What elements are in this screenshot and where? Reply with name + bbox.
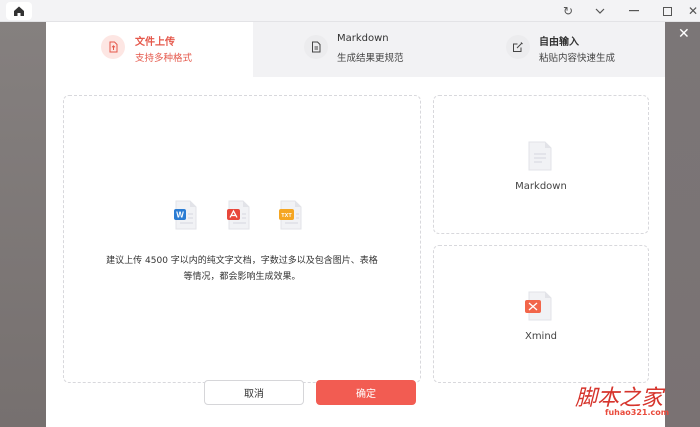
watermark: 脚本之家 fuhao321.com — [575, 380, 700, 427]
backdrop-left — [0, 22, 46, 427]
minimize-button[interactable] — [624, 2, 644, 20]
close-icon: ✕ — [687, 4, 699, 18]
refresh-button[interactable]: ↻ — [558, 2, 578, 20]
minimize-icon — [629, 10, 639, 12]
xmind-file-icon — [525, 291, 552, 321]
dropdown-button[interactable] — [590, 2, 610, 20]
tab-file-upload[interactable]: 文件上传 支持多种格式 — [46, 22, 253, 77]
tab-title: 自由输入 — [539, 37, 579, 48]
txt-file-icon: TXT — [279, 200, 302, 230]
tab-subtitle: 支持多种格式 — [135, 53, 193, 64]
markdown-doc-icon — [304, 35, 328, 59]
backdrop-right: ✕ — [665, 22, 700, 427]
tab-subtitle: 粘贴内容快速生成 — [539, 53, 616, 64]
tab-title: 文件上传 — [135, 37, 175, 48]
xmind-option-card[interactable]: Xmind — [433, 245, 649, 383]
upload-hint-line2: 等情况，都会影响生成效果。 — [183, 272, 301, 282]
title-bar: ↻ ✕ — [0, 0, 700, 22]
confirm-button[interactable]: 确定 — [316, 380, 416, 405]
tab-subtitle: 生成结果更规范 — [337, 53, 404, 64]
import-dialog: 文件上传 支持多种格式 Markdown 生成结果更规范 自由输入 粘贴内容快速… — [46, 22, 665, 427]
refresh-icon: ↻ — [562, 4, 574, 18]
txt-icon-label: TXT — [281, 213, 292, 219]
file-drop-zone[interactable]: W TXT 建议上传 4500 字以内的纯文字文档，字数过多以及包含图片、表格 … — [63, 95, 421, 383]
markdown-option-card[interactable]: Markdown — [433, 95, 649, 234]
chevron-down-icon — [595, 8, 605, 14]
home-icon — [14, 6, 24, 16]
maximize-button[interactable] — [657, 2, 677, 20]
word-icon-label: W — [176, 211, 184, 220]
xmind-option-label: Xmind — [524, 331, 558, 342]
markdown-option-label: Markdown — [515, 181, 567, 192]
tab-title: Markdown — [337, 33, 389, 44]
word-file-icon: W — [174, 200, 197, 230]
cancel-button[interactable]: 取消 — [204, 380, 304, 405]
markdown-file-icon — [528, 141, 552, 171]
tab-free-input[interactable]: 自由输入 粘贴内容快速生成 — [459, 22, 665, 77]
watermark-url: fuhao321.com — [605, 408, 670, 417]
pdf-file-icon — [227, 200, 250, 230]
edit-icon — [506, 35, 530, 59]
upload-file-icon — [101, 35, 125, 59]
maximize-icon — [662, 6, 672, 16]
tab-bar: 文件上传 支持多种格式 Markdown 生成结果更规范 自由输入 粘贴内容快速… — [46, 22, 665, 77]
dialog-close-icon[interactable]: ✕ — [678, 26, 690, 42]
upload-hint-line1: 建议上传 4500 字以内的纯文字文档，字数过多以及包含图片、表格 — [106, 256, 378, 266]
home-button[interactable] — [6, 2, 32, 20]
window-close-button[interactable]: ✕ — [683, 2, 700, 20]
tab-markdown[interactable]: Markdown 生成结果更规范 — [253, 22, 459, 77]
